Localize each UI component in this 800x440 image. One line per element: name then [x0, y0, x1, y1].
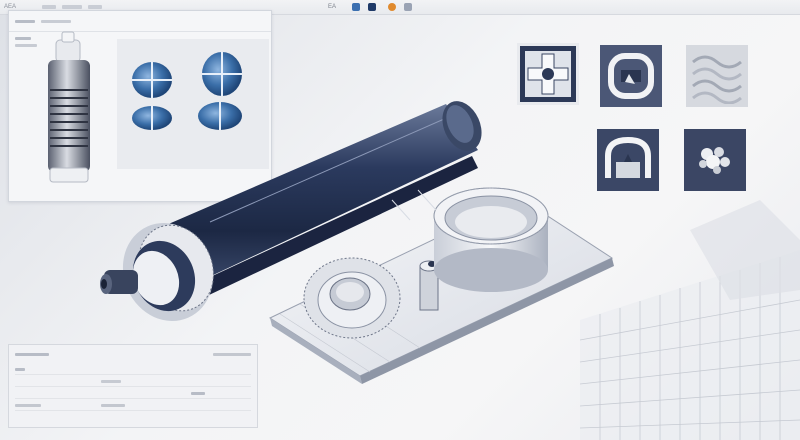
crushed-particles-icon[interactable]	[684, 129, 746, 191]
threaded-cylinder-icon	[48, 31, 90, 183]
cross-gear-icon[interactable]	[517, 43, 579, 105]
cad-scene	[48, 31, 800, 440]
gear-disc	[303, 257, 401, 339]
wavy-texture-icon[interactable]	[686, 45, 748, 107]
blue-cross-cap-icon	[198, 52, 242, 130]
rounded-frame-icon[interactable]	[600, 45, 662, 107]
arch-frame-icon[interactable]	[597, 129, 659, 191]
grid-sheet	[579, 200, 800, 440]
blue-cross-cap-icon	[132, 62, 172, 130]
ring-cylinder	[433, 187, 549, 292]
